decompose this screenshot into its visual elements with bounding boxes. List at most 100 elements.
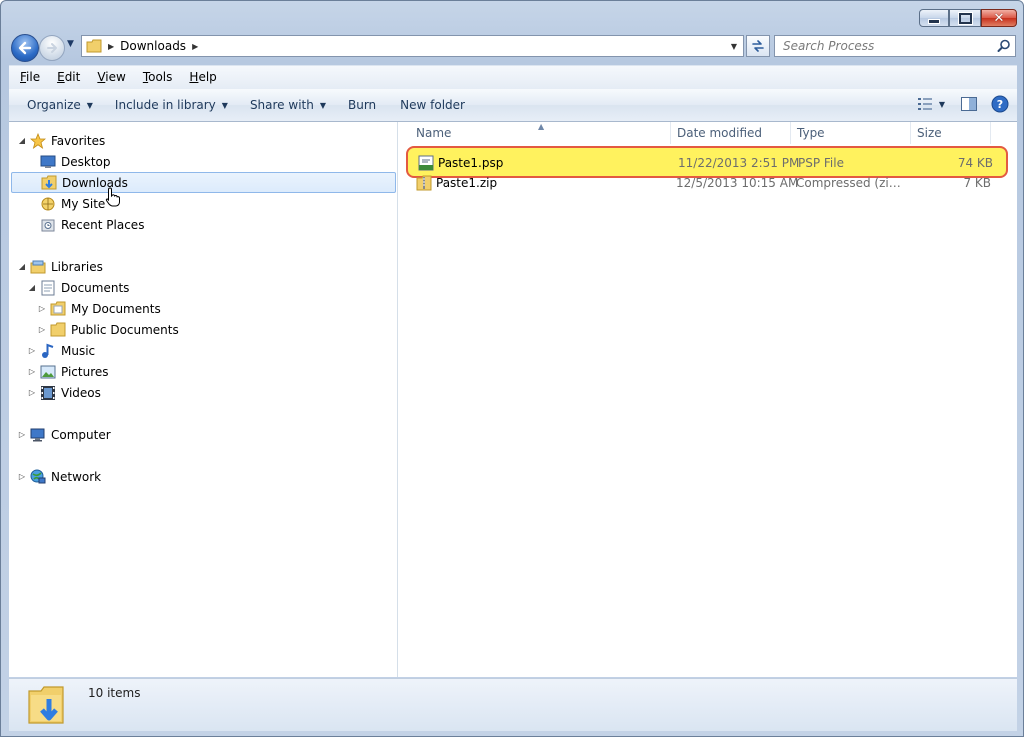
- file-size: 74 KB: [957, 156, 993, 170]
- expand-icon[interactable]: ▷: [17, 472, 27, 481]
- menu-label: dit: [64, 70, 81, 84]
- tree-desktop[interactable]: Desktop: [27, 151, 111, 172]
- new-folder-button[interactable]: New folder: [391, 89, 474, 121]
- tree-music[interactable]: ▷ Music: [27, 340, 95, 361]
- tree-label: My Site: [61, 196, 106, 211]
- tree-pictures[interactable]: ▷ Pictures: [27, 361, 109, 382]
- breadcrumb-separator-icon[interactable]: ▶: [108, 42, 114, 51]
- expand-icon[interactable]: ▷: [27, 346, 37, 355]
- command-bar: Organize ▼ Include in library ▼ Share with…: [9, 89, 1017, 122]
- my-site-icon: [40, 196, 56, 212]
- folder-icon: [86, 39, 102, 53]
- tree-videos[interactable]: ▷ Videos: [27, 382, 101, 403]
- file-list-pane[interactable]: Name ▲ Date modified Type Size Paste1.ps…: [398, 122, 1017, 677]
- menu-bar: File Edit View Tools Help: [9, 65, 1017, 90]
- column-header-size[interactable]: Size: [911, 122, 991, 144]
- collapse-icon[interactable]: ◢: [17, 136, 27, 145]
- breadcrumb-downloads[interactable]: Downloads: [120, 39, 186, 53]
- file-type: PSP File: [798, 156, 844, 170]
- folder-icon: [50, 301, 66, 317]
- menu-label: ools: [148, 70, 173, 84]
- menu-file[interactable]: File: [14, 66, 46, 89]
- recent-pages-dropdown[interactable]: ▼: [67, 39, 74, 49]
- tree-label: Desktop: [61, 154, 111, 169]
- expand-icon[interactable]: ▷: [17, 430, 27, 439]
- tree-label: Pictures: [61, 364, 109, 379]
- menu-view[interactable]: View: [91, 66, 131, 89]
- menu-tools[interactable]: Tools: [137, 66, 179, 89]
- expand-icon[interactable]: ▷: [27, 388, 37, 397]
- file-name: Paste1.psp: [438, 156, 504, 170]
- tree-libraries[interactable]: ◢ Libraries: [17, 256, 103, 277]
- computer-icon: [30, 427, 46, 443]
- menu-label: ile: [26, 70, 41, 84]
- documents-icon: [40, 280, 56, 296]
- address-bar[interactable]: ▶ Downloads ▶ ▼: [81, 35, 744, 57]
- downloads-folder-icon: [41, 175, 57, 191]
- tree-public-documents[interactable]: ▷ Public Documents: [37, 319, 179, 340]
- tree-label: Videos: [61, 385, 101, 400]
- tree-label: Documents: [61, 280, 130, 295]
- view-options-caret-icon[interactable]: ▼: [939, 100, 945, 109]
- item-count: 10 items: [88, 686, 141, 700]
- pictures-icon: [40, 364, 56, 380]
- help-icon[interactable]: ?: [991, 95, 1009, 113]
- menu-label: iew: [105, 70, 126, 84]
- preview-pane-icon[interactable]: [961, 97, 977, 111]
- tree-label: Public Documents: [71, 322, 179, 337]
- close-icon: ✕: [993, 10, 1005, 26]
- search-icon[interactable]: [997, 39, 1011, 53]
- collapse-icon[interactable]: ◢: [17, 262, 27, 271]
- search-box[interactable]: [774, 35, 1016, 57]
- menu-help[interactable]: Help: [183, 66, 222, 89]
- back-arrow-icon: [18, 41, 32, 55]
- music-icon: [40, 343, 56, 359]
- tree-favorites[interactable]: ◢ Favorites: [17, 130, 105, 151]
- tree-label: Libraries: [51, 259, 103, 274]
- expand-icon[interactable]: ▷: [37, 325, 47, 334]
- include-in-library-button[interactable]: Include in library ▼: [106, 89, 237, 121]
- share-with-label: Share with: [249, 98, 314, 112]
- refresh-button[interactable]: [746, 35, 770, 57]
- burn-button[interactable]: Burn: [339, 89, 385, 121]
- forward-button[interactable]: [39, 35, 65, 61]
- maximize-button[interactable]: [949, 9, 981, 27]
- tree-documents[interactable]: ◢ Documents: [27, 277, 129, 298]
- organize-button[interactable]: Organize ▼: [18, 89, 102, 121]
- back-button[interactable]: [11, 34, 39, 62]
- expand-icon[interactable]: ▷: [37, 304, 47, 313]
- column-header-type[interactable]: Type: [791, 122, 911, 144]
- menu-edit[interactable]: Edit: [51, 66, 86, 89]
- star-icon: [30, 132, 46, 149]
- include-in-library-label: Include in library: [114, 98, 216, 112]
- downloads-folder-icon: [28, 686, 64, 724]
- tree-label: Network: [51, 469, 102, 484]
- tree-computer[interactable]: ▷ Computer: [17, 424, 111, 445]
- tree-network[interactable]: ▷ Network: [17, 466, 101, 487]
- minimize-button[interactable]: [919, 9, 949, 27]
- folder-icon: [50, 322, 66, 338]
- content-area: ◢ Favorites Desktop Downloads My Site Re…: [9, 122, 1017, 677]
- sort-ascending-icon: ▲: [538, 122, 545, 131]
- menu-accelerator: E: [57, 70, 65, 84]
- tree-recent-places[interactable]: Recent Places: [27, 214, 144, 235]
- search-input[interactable]: [781, 38, 995, 54]
- close-button[interactable]: ✕: [981, 9, 1017, 27]
- tree-downloads[interactable]: Downloads: [11, 172, 396, 193]
- navigation-row: ▼ ▶ Downloads ▶ ▼: [9, 33, 1019, 62]
- status-bar: 10 items: [9, 678, 1017, 731]
- column-header-date-modified[interactable]: Date modified: [671, 122, 791, 144]
- collapse-icon[interactable]: ◢: [27, 283, 37, 292]
- file-row[interactable]: Paste1.zip 12/5/2013 10:15 AM Compressed…: [406, 172, 1008, 194]
- tree-my-documents[interactable]: ▷ My Documents: [37, 298, 161, 319]
- navigation-pane[interactable]: ◢ Favorites Desktop Downloads My Site Re…: [9, 122, 398, 677]
- share-with-button[interactable]: Share with ▼: [241, 89, 335, 121]
- expand-icon[interactable]: ▷: [27, 367, 37, 376]
- address-history-dropdown[interactable]: ▼: [725, 36, 743, 56]
- change-view-icon[interactable]: [917, 97, 933, 111]
- breadcrumb-separator-icon[interactable]: ▶: [192, 42, 198, 51]
- column-header-name[interactable]: Name ▲: [410, 122, 671, 144]
- tree-my-site[interactable]: My Site: [27, 193, 105, 214]
- file-type: Compressed (zipp...: [796, 176, 904, 190]
- videos-icon: [40, 385, 56, 401]
